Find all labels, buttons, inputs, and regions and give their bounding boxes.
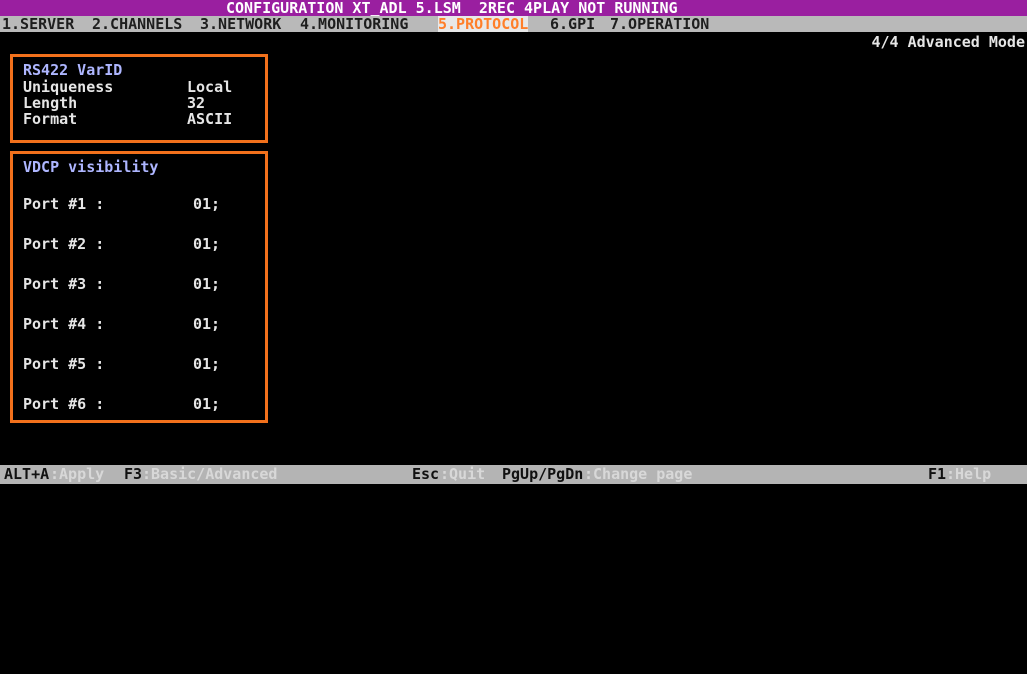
quit-key[interactable]: Esc — [412, 465, 439, 484]
port-value[interactable]: 01; — [193, 316, 220, 332]
change-page-desc: :Change page — [584, 465, 693, 483]
basic-advanced-desc: :Basic/Advanced — [142, 465, 278, 483]
menu-item-operation[interactable]: 7.OPERATION — [610, 16, 709, 32]
apply-key[interactable]: ALT+A — [4, 465, 49, 484]
port-label: Port #3 : — [23, 275, 105, 293]
vdcp-panel: VDCP visibility Port #1 : 01; Port #2 : … — [10, 151, 268, 423]
varid-label: Uniqueness — [23, 78, 114, 96]
menu-item-monitoring[interactable]: 4.MONITORING — [300, 16, 408, 32]
menu-item-network[interactable]: 3.NETWORK — [200, 16, 281, 32]
help-key[interactable]: F1 — [928, 465, 946, 484]
port-value[interactable]: 01; — [193, 356, 220, 372]
varid-heading: RS422 VarID — [23, 61, 123, 79]
port-value[interactable]: 01; — [193, 196, 220, 212]
varid-value[interactable]: 32 — [187, 95, 205, 111]
varid-panel: RS422 VarID Uniqueness Local Length 32 F… — [10, 54, 268, 143]
change-page-key[interactable]: PgUp/PgDn — [502, 465, 583, 484]
varid-label: Format — [23, 110, 78, 128]
port-label: Port #4 : — [23, 315, 105, 333]
vdcp-heading: VDCP visibility — [23, 158, 159, 176]
menu-item-protocol[interactable]: 5.PROTOCOL — [438, 16, 529, 32]
port-label: Port #2 : — [23, 235, 105, 253]
status-bar: ALT+A :Apply F3 :Basic/Advanced Esc :Qui… — [0, 465, 1027, 484]
menu-bar: 1.SERVER 2.CHANNELS 3.NETWORK 4.MONITORI… — [0, 16, 1027, 32]
title-text: CONFIGURATION XT_ADL 5.LSM 2REC 4PLAY NO… — [226, 0, 678, 17]
title-bar: CONFIGURATION XT_ADL 5.LSM 2REC 4PLAY NO… — [0, 0, 1027, 16]
port-label: Port #6 : — [23, 395, 105, 413]
apply-desc: :Apply — [50, 465, 105, 483]
varid-value[interactable]: ASCII — [187, 111, 232, 127]
quit-desc: :Quit — [440, 465, 486, 483]
basic-advanced-key[interactable]: F3 — [124, 465, 142, 484]
mode-label: 4/4 Advanced Mode — [871, 33, 1025, 51]
varid-label: Length — [23, 94, 78, 112]
port-value[interactable]: 01; — [193, 236, 220, 252]
port-value[interactable]: 01; — [193, 396, 220, 412]
menu-item-gpi[interactable]: 6.GPI — [550, 16, 595, 32]
vdcp-port-row-6[interactable]: Port #6 : 01; — [23, 396, 220, 460]
menu-item-server[interactable]: 1.SERVER — [2, 16, 74, 32]
port-label: Port #1 : — [23, 195, 105, 213]
port-label: Port #5 : — [23, 355, 105, 373]
menu-item-channels[interactable]: 2.CHANNELS — [92, 16, 182, 32]
port-value[interactable]: 01; — [193, 276, 220, 292]
varid-value[interactable]: Local — [187, 79, 232, 95]
help-desc: :Help — [946, 465, 992, 483]
